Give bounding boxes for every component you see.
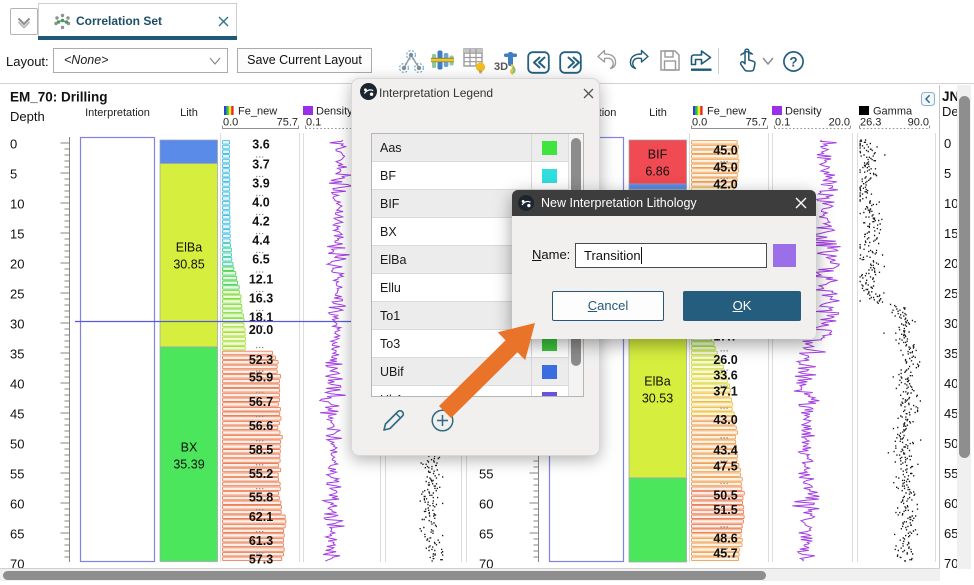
svg-text:0: 0 <box>944 136 951 151</box>
svg-text:90.0: 90.0 <box>908 117 929 129</box>
svg-text:45.7: 45.7 <box>713 546 737 560</box>
svg-text:45.0: 45.0 <box>713 160 737 174</box>
svg-text:26.3: 26.3 <box>860 117 881 129</box>
svg-text:61.3: 61.3 <box>249 534 273 548</box>
svg-text:37.1: 37.1 <box>713 384 737 398</box>
svg-text:3D: 3D <box>494 61 508 73</box>
svg-text:58.5: 58.5 <box>249 443 273 457</box>
svg-text:60: 60 <box>10 497 24 512</box>
svg-text:25: 25 <box>10 287 24 302</box>
svg-text:6.86: 6.86 <box>645 164 669 178</box>
svg-text:BIF: BIF <box>648 147 668 161</box>
svg-text:5: 5 <box>10 167 17 182</box>
svg-text:Density: Density <box>316 106 353 118</box>
svg-text:16.3: 16.3 <box>249 291 273 305</box>
svg-text:20.0: 20.0 <box>249 323 273 337</box>
svg-text:4.0: 4.0 <box>252 195 269 209</box>
svg-text:3.6: 3.6 <box>252 137 269 151</box>
svg-text:0: 0 <box>10 137 17 152</box>
svg-text:0.1: 0.1 <box>775 117 790 129</box>
svg-text:ElBa: ElBa <box>644 374 670 388</box>
svg-text:Interpretation: Interpretation <box>85 107 150 119</box>
svg-text:Fe_new: Fe_new <box>238 106 277 118</box>
svg-text:56.6: 56.6 <box>249 419 273 433</box>
svg-text:40: 40 <box>10 377 24 392</box>
svg-text:45: 45 <box>10 407 24 422</box>
svg-text:45.0: 45.0 <box>713 143 737 157</box>
svg-text:0.0: 0.0 <box>223 117 238 129</box>
svg-text:BX: BX <box>181 440 198 454</box>
svg-text:20.0: 20.0 <box>829 117 850 129</box>
svg-text:55.9: 55.9 <box>249 370 273 384</box>
svg-text:33.6: 33.6 <box>713 368 737 382</box>
svg-text:43.0: 43.0 <box>713 413 737 427</box>
svg-text:43.4: 43.4 <box>713 443 737 457</box>
svg-text:55.2: 55.2 <box>249 467 273 481</box>
svg-text:20: 20 <box>10 257 24 272</box>
svg-text:50: 50 <box>10 437 24 452</box>
svg-text:55: 55 <box>10 467 24 482</box>
svg-text:ElBa: ElBa <box>176 240 202 254</box>
svg-text:60: 60 <box>479 497 493 512</box>
svg-text:62.1: 62.1 <box>249 510 273 524</box>
svg-text:4.4: 4.4 <box>252 233 269 247</box>
svg-text:35: 35 <box>10 347 24 362</box>
svg-text:30.53: 30.53 <box>642 391 673 405</box>
svg-text:5: 5 <box>944 166 951 181</box>
svg-text:75.7: 75.7 <box>277 117 298 129</box>
svg-text:10: 10 <box>10 197 24 212</box>
svg-text:48.6: 48.6 <box>713 531 737 545</box>
svg-text:30: 30 <box>10 317 24 332</box>
svg-text:Depth: Depth <box>10 109 45 124</box>
svg-text:EM_70: Drilling: EM_70: Drilling <box>10 90 108 105</box>
svg-text:65: 65 <box>10 527 24 542</box>
svg-text:4.2: 4.2 <box>252 214 269 228</box>
svg-text:56.7: 56.7 <box>249 395 273 409</box>
svg-text:50.5: 50.5 <box>713 488 737 502</box>
svg-text:30.85: 30.85 <box>173 257 204 271</box>
svg-text:55: 55 <box>479 467 493 482</box>
svg-text:47.5: 47.5 <box>713 459 737 473</box>
svg-text:6.5: 6.5 <box>252 252 269 266</box>
svg-text:0.0: 0.0 <box>692 117 707 129</box>
svg-text:12.1: 12.1 <box>249 272 273 286</box>
svg-text:52.3: 52.3 <box>249 353 273 367</box>
svg-text:26.0: 26.0 <box>713 353 737 367</box>
svg-text:3.7: 3.7 <box>252 157 269 171</box>
svg-text:Density: Density <box>785 106 822 118</box>
svg-text:35.39: 35.39 <box>173 457 204 471</box>
svg-text:75.7: 75.7 <box>746 117 767 129</box>
svg-text:55.8: 55.8 <box>249 491 273 505</box>
svg-text:57.3: 57.3 <box>249 552 273 566</box>
svg-text:Fe_new: Fe_new <box>707 106 746 118</box>
svg-text:15: 15 <box>10 227 24 242</box>
svg-text:65: 65 <box>479 527 493 542</box>
svg-text:51.5: 51.5 <box>713 503 737 517</box>
svg-text:Lith: Lith <box>180 107 198 119</box>
svg-text:Lith: Lith <box>649 107 667 119</box>
svg-text:?: ? <box>789 55 797 70</box>
svg-text:3.9: 3.9 <box>252 176 269 190</box>
svg-text:0.1: 0.1 <box>306 117 321 129</box>
